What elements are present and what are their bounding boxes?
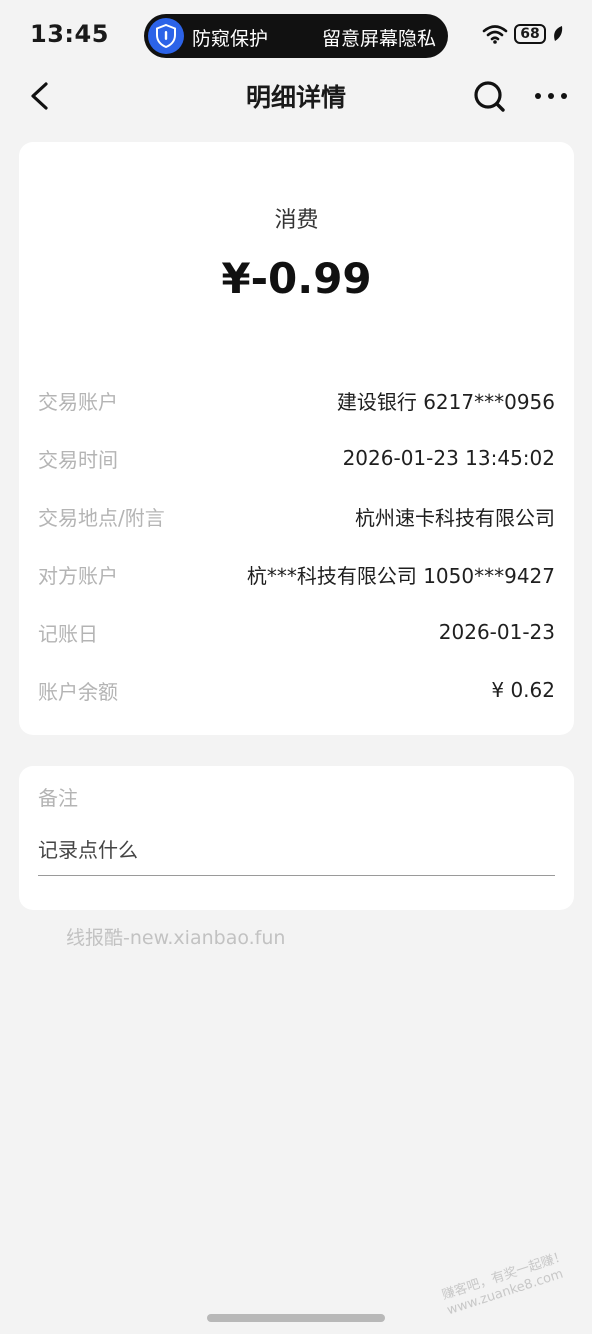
memo-input[interactable] <box>38 824 555 876</box>
status-time: 13:45 <box>30 20 109 48</box>
detail-row-time: 交易时间 2026-01-23 13:45:02 <box>38 438 555 478</box>
row-label: 账户余额 <box>38 679 118 704</box>
row-label: 交易地点/附言 <box>38 505 165 530</box>
detail-row-balance: 账户余额 ¥ 0.62 <box>38 670 555 710</box>
row-value: 2026-01-23 13:45:02 <box>342 446 555 470</box>
detail-row-account: 交易账户 建设银行 6217***0956 <box>38 380 555 420</box>
wifi-icon <box>482 25 508 44</box>
watermark-text: 线报酷-new.xianbao.fun <box>66 927 286 949</box>
row-value: 建设银行 6217***0956 <box>336 389 555 414</box>
row-label: 交易时间 <box>38 447 118 472</box>
home-indicator[interactable] <box>207 1314 385 1322</box>
detail-row-location: 交易地点/附言 杭州速卡科技有限公司 <box>38 496 555 536</box>
battery-icon: 68 <box>514 24 546 44</box>
privacy-protection-label: 防窥保护 <box>192 28 269 50</box>
row-label: 记账日 <box>38 621 98 646</box>
detail-row-posting-date: 记账日 2026-01-23 <box>38 612 555 652</box>
memo-label: 备注 <box>38 786 78 810</box>
search-button[interactable] <box>470 76 510 116</box>
transaction-type: 消费 <box>274 208 319 233</box>
status-bar: 13:45 防窥保护 留意屏幕隐私 68 <box>0 0 592 72</box>
row-value: ¥ 0.62 <box>491 678 555 702</box>
privacy-protection-pill[interactable]: 防窥保护 留意屏幕隐私 <box>144 14 448 58</box>
corner-watermark: 赚客吧，有奖一起赚！ www.zuanke8.com <box>440 1249 574 1320</box>
more-dots-icon <box>535 93 567 99</box>
row-label: 对方账户 <box>38 563 118 588</box>
detail-row-counterparty: 对方账户 杭***科技有限公司 1050***9427 <box>38 554 555 594</box>
transaction-amount: ¥-0.99 <box>221 254 372 303</box>
charging-leaf-icon <box>554 26 563 41</box>
more-button[interactable] <box>532 76 572 116</box>
search-icon <box>474 81 505 112</box>
nav-bar: 明细详情 <box>0 72 592 118</box>
row-label: 交易账户 <box>38 389 118 414</box>
row-value: 杭州速卡科技有限公司 <box>355 505 555 530</box>
privacy-warning-label: 留意屏幕隐私 <box>321 28 436 50</box>
row-value: 2026-01-23 <box>438 620 555 644</box>
system-icons: 68 <box>482 24 564 44</box>
transaction-detail-card: 消费 ¥-0.99 交易账户 建设银行 6217***0956 交易时间 202… <box>19 142 574 735</box>
shield-icon <box>148 18 184 54</box>
row-value: 杭***科技有限公司 1050***9427 <box>246 563 555 588</box>
memo-card: 备注 <box>19 766 574 910</box>
